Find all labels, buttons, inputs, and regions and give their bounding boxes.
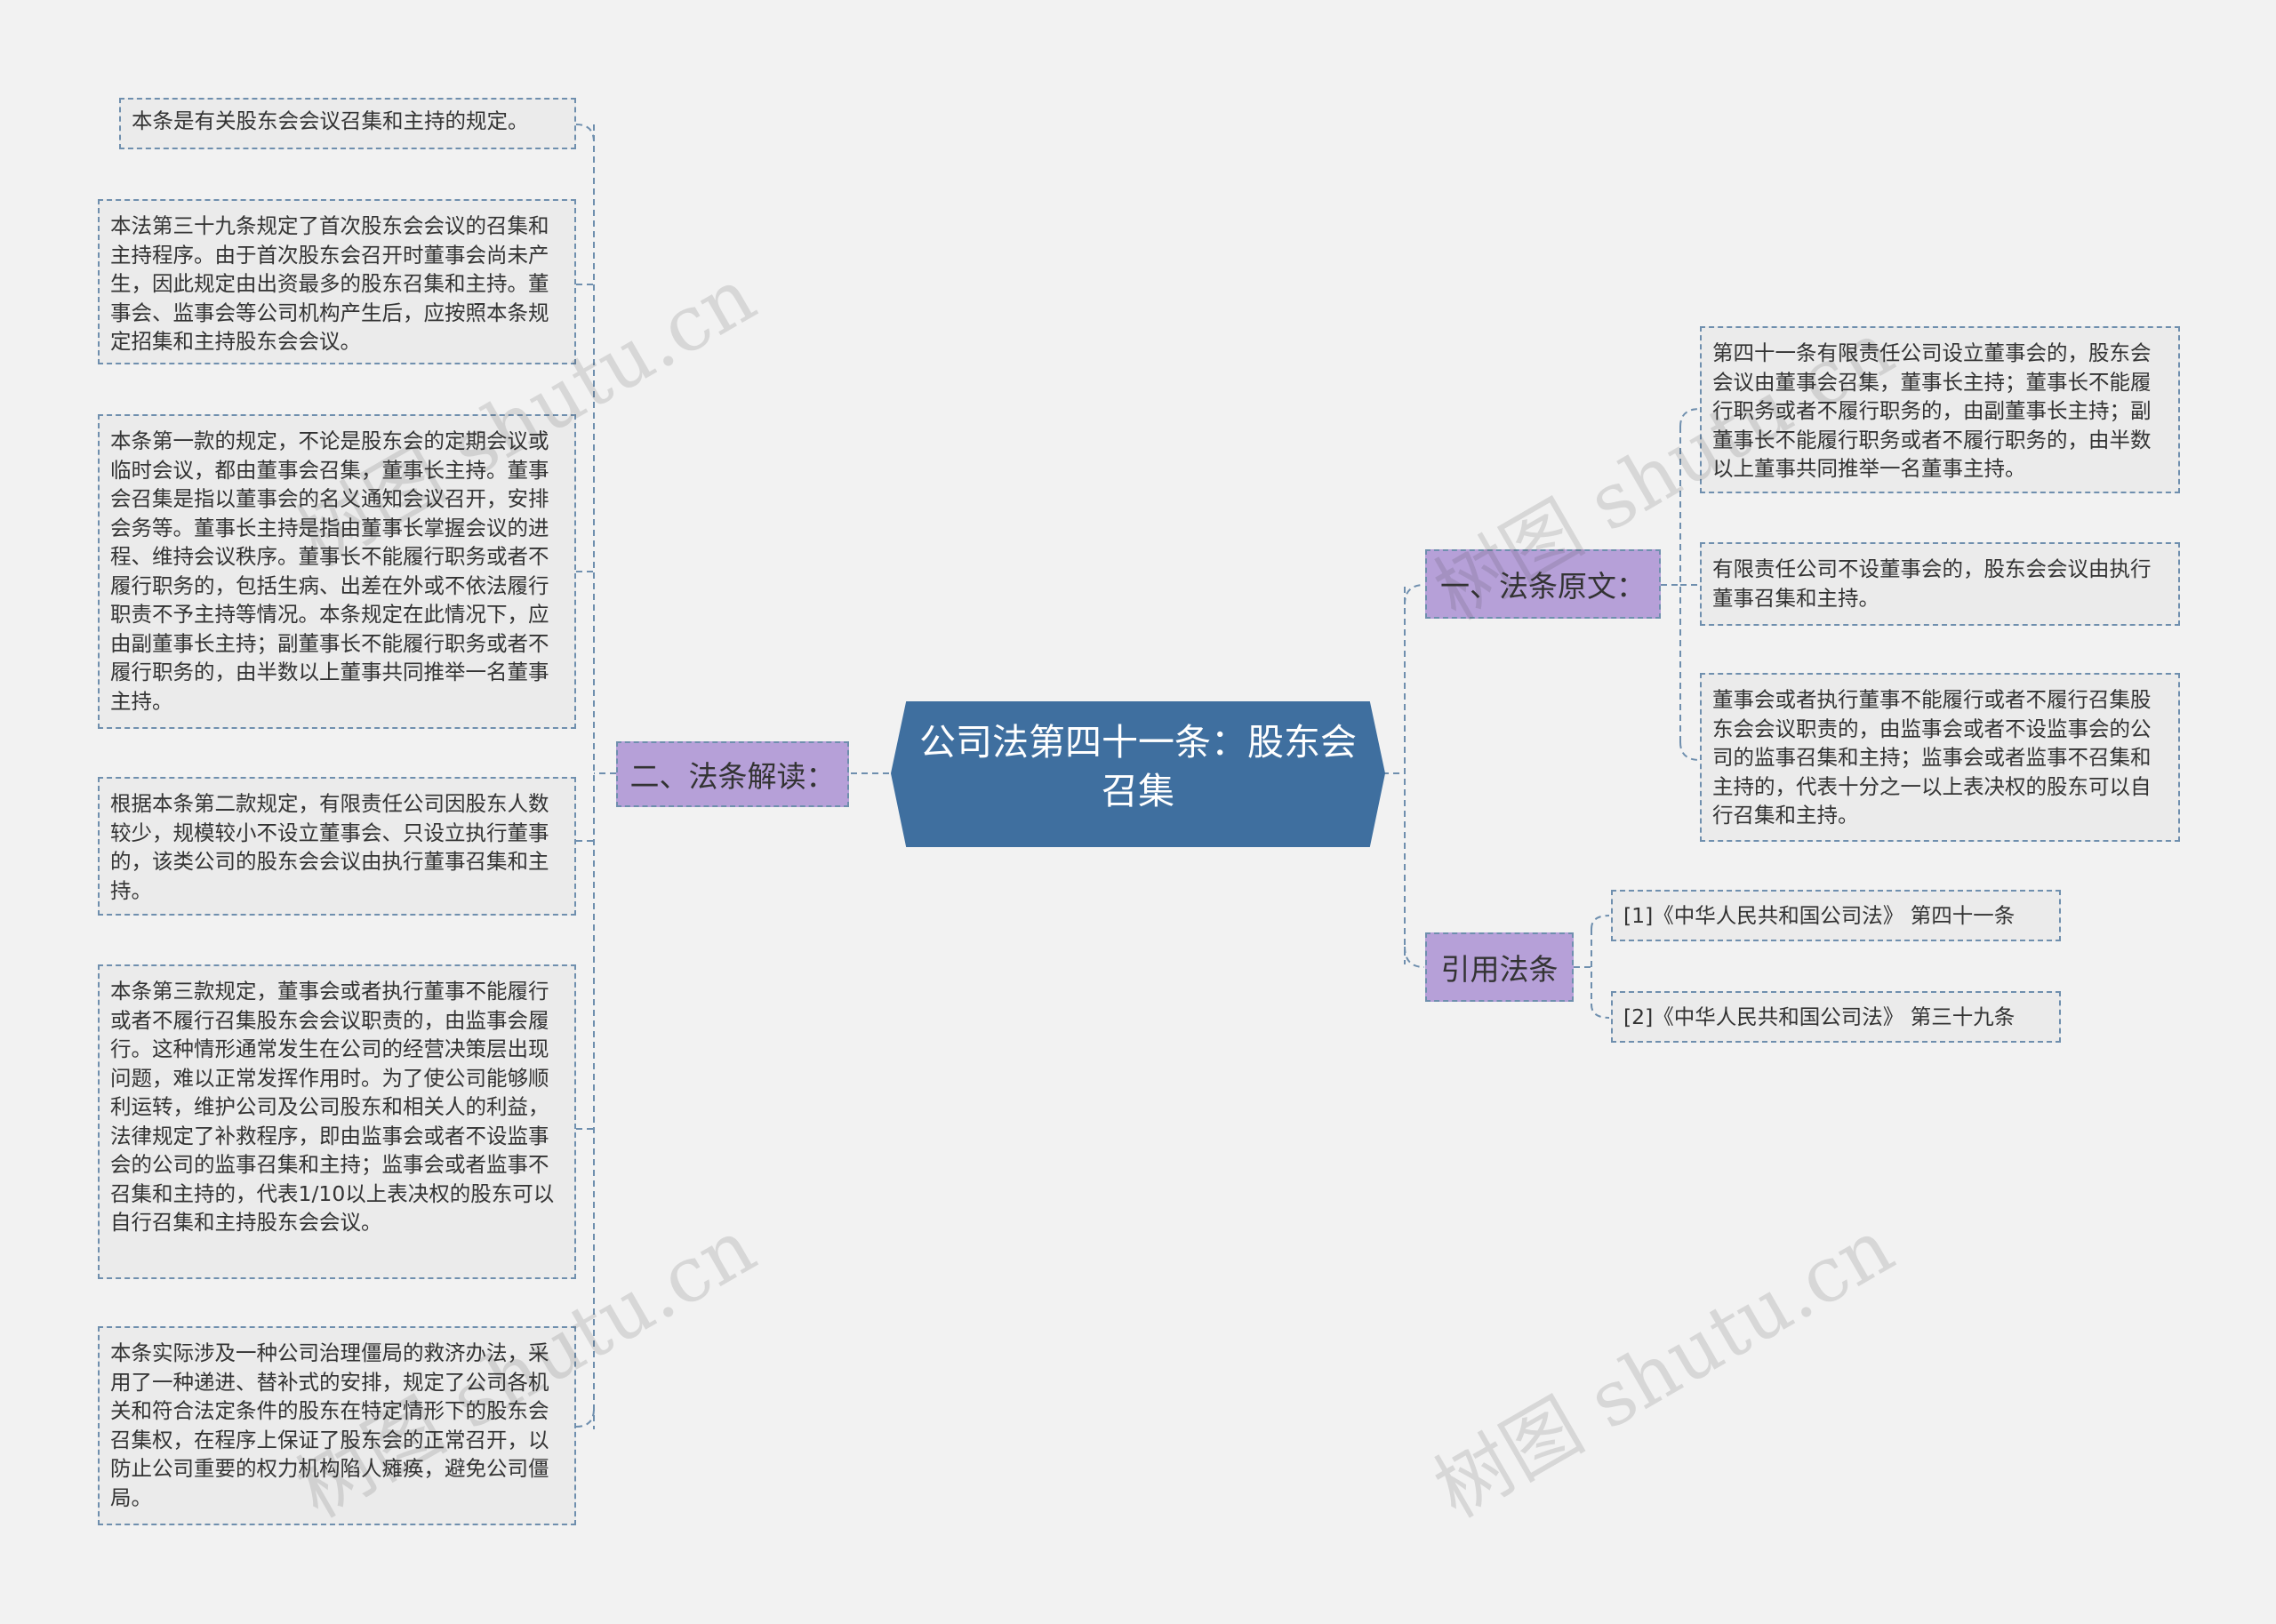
reference-item-2[interactable]: [2]《中华人民共和国公司法》 第三十九条 [1611, 991, 2061, 1043]
original-item-3[interactable]: 董事会或者执行董事不能履行或者不履行召集股东会会议职责的，由监事会或者不设监事会… [1700, 673, 2180, 842]
interpretation-item-1[interactable]: 本条是有关股东会会议召集和主持的规定。 [119, 98, 576, 149]
reference-item-1[interactable]: [1]《中华人民共和国公司法》 第四十一条 [1611, 890, 2061, 941]
original-item-2[interactable]: 有限责任公司不设董事会的，股东会会议由执行董事召集和主持。 [1700, 542, 2180, 626]
interpretation-item-6[interactable]: 本条实际涉及一种公司治理僵局的救济办法，采用了一种递进、替补式的安排，规定了公司… [98, 1326, 576, 1525]
interpretation-item-2[interactable]: 本法第三十九条规定了首次股东会会议的召集和主持程序。由于首次股东会召开时董事会尚… [98, 199, 576, 364]
interpretation-item-4[interactable]: 根据本条第二款规定，有限责任公司因股东人数较少，规模较小不设立董事会、只设立执行… [98, 777, 576, 916]
interpretation-item-3[interactable]: 本条第一款的规定，不论是股东会的定期会议或临时会议，都由董事会召集，董事长主持。… [98, 414, 576, 729]
branch-original[interactable]: 一、法条原文： [1425, 549, 1661, 619]
root-node-title[interactable]: 公司法第四十一条：股东会召集 [907, 718, 1369, 816]
branch-interpretation[interactable]: 二、法条解读： [616, 741, 849, 807]
branch-references[interactable]: 引用法条 [1425, 932, 1574, 1002]
original-item-1[interactable]: 第四十一条有限责任公司设立董事会的，股东会会议由董事会召集，董事长主持；董事长不… [1700, 326, 2180, 493]
interpretation-item-5[interactable]: 本条第三款规定，董事会或者执行董事不能履行或者不履行召集股东会会议职责的，由监事… [98, 964, 576, 1279]
